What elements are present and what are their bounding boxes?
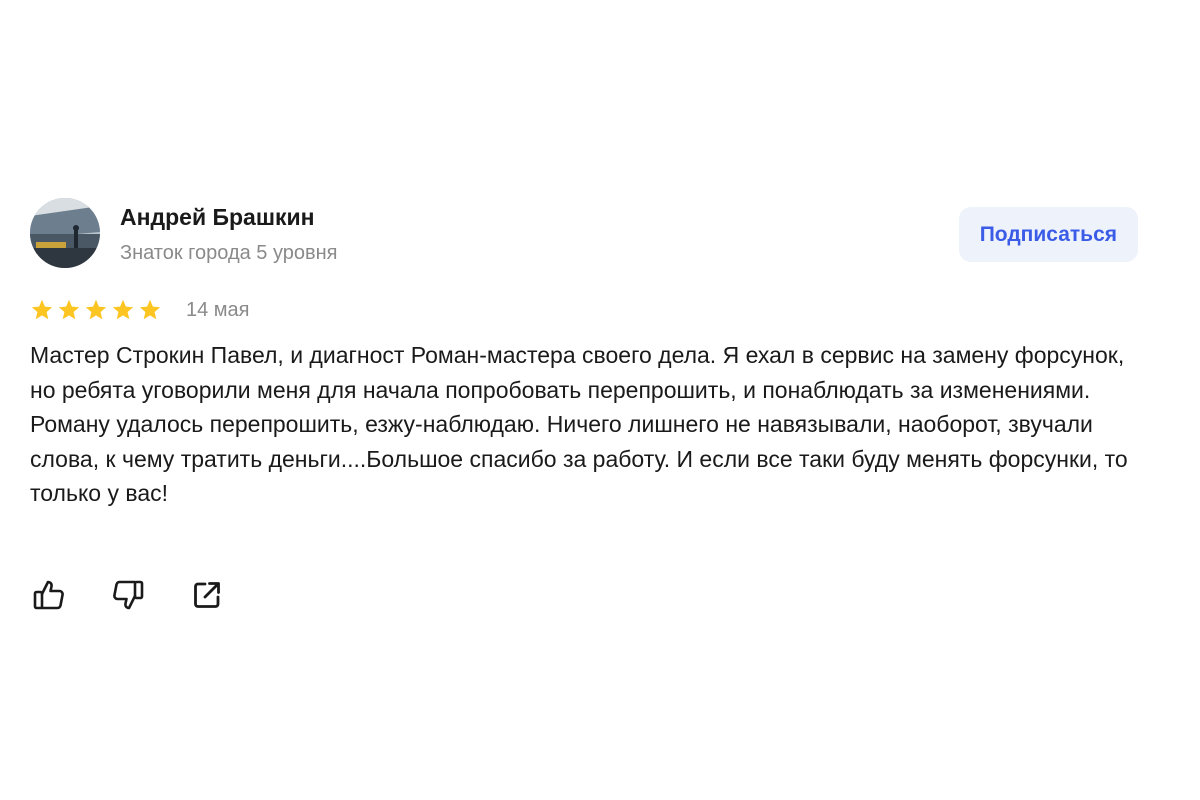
review-header: Андрей Брашкин Знаток города 5 уровня По… <box>30 198 1140 270</box>
review-text: Мастер Строкин Павел, и диагност Роман-м… <box>30 342 1128 506</box>
thumbs-down-icon[interactable] <box>109 576 147 614</box>
review-card: Андрей Брашкин Знаток города 5 уровня По… <box>30 198 1140 610</box>
review-actions <box>30 576 226 614</box>
avatar-photo <box>30 198 100 268</box>
review-meta: 14 мая <box>30 294 250 326</box>
review-date: 14 мая <box>186 298 250 321</box>
star-icon <box>84 298 108 322</box>
rating-stars <box>30 298 162 322</box>
star-icon <box>111 298 135 322</box>
star-icon <box>138 298 162 322</box>
author-level: Знаток города 5 уровня <box>120 242 338 264</box>
star-icon <box>30 298 54 322</box>
author-name[interactable]: Андрей Брашкин <box>120 204 315 231</box>
share-icon[interactable] <box>188 576 226 614</box>
thumbs-up-icon[interactable] <box>30 576 68 614</box>
avatar[interactable] <box>30 198 100 268</box>
star-icon <box>57 298 81 322</box>
subscribe-button[interactable]: Подписаться <box>958 207 1138 262</box>
